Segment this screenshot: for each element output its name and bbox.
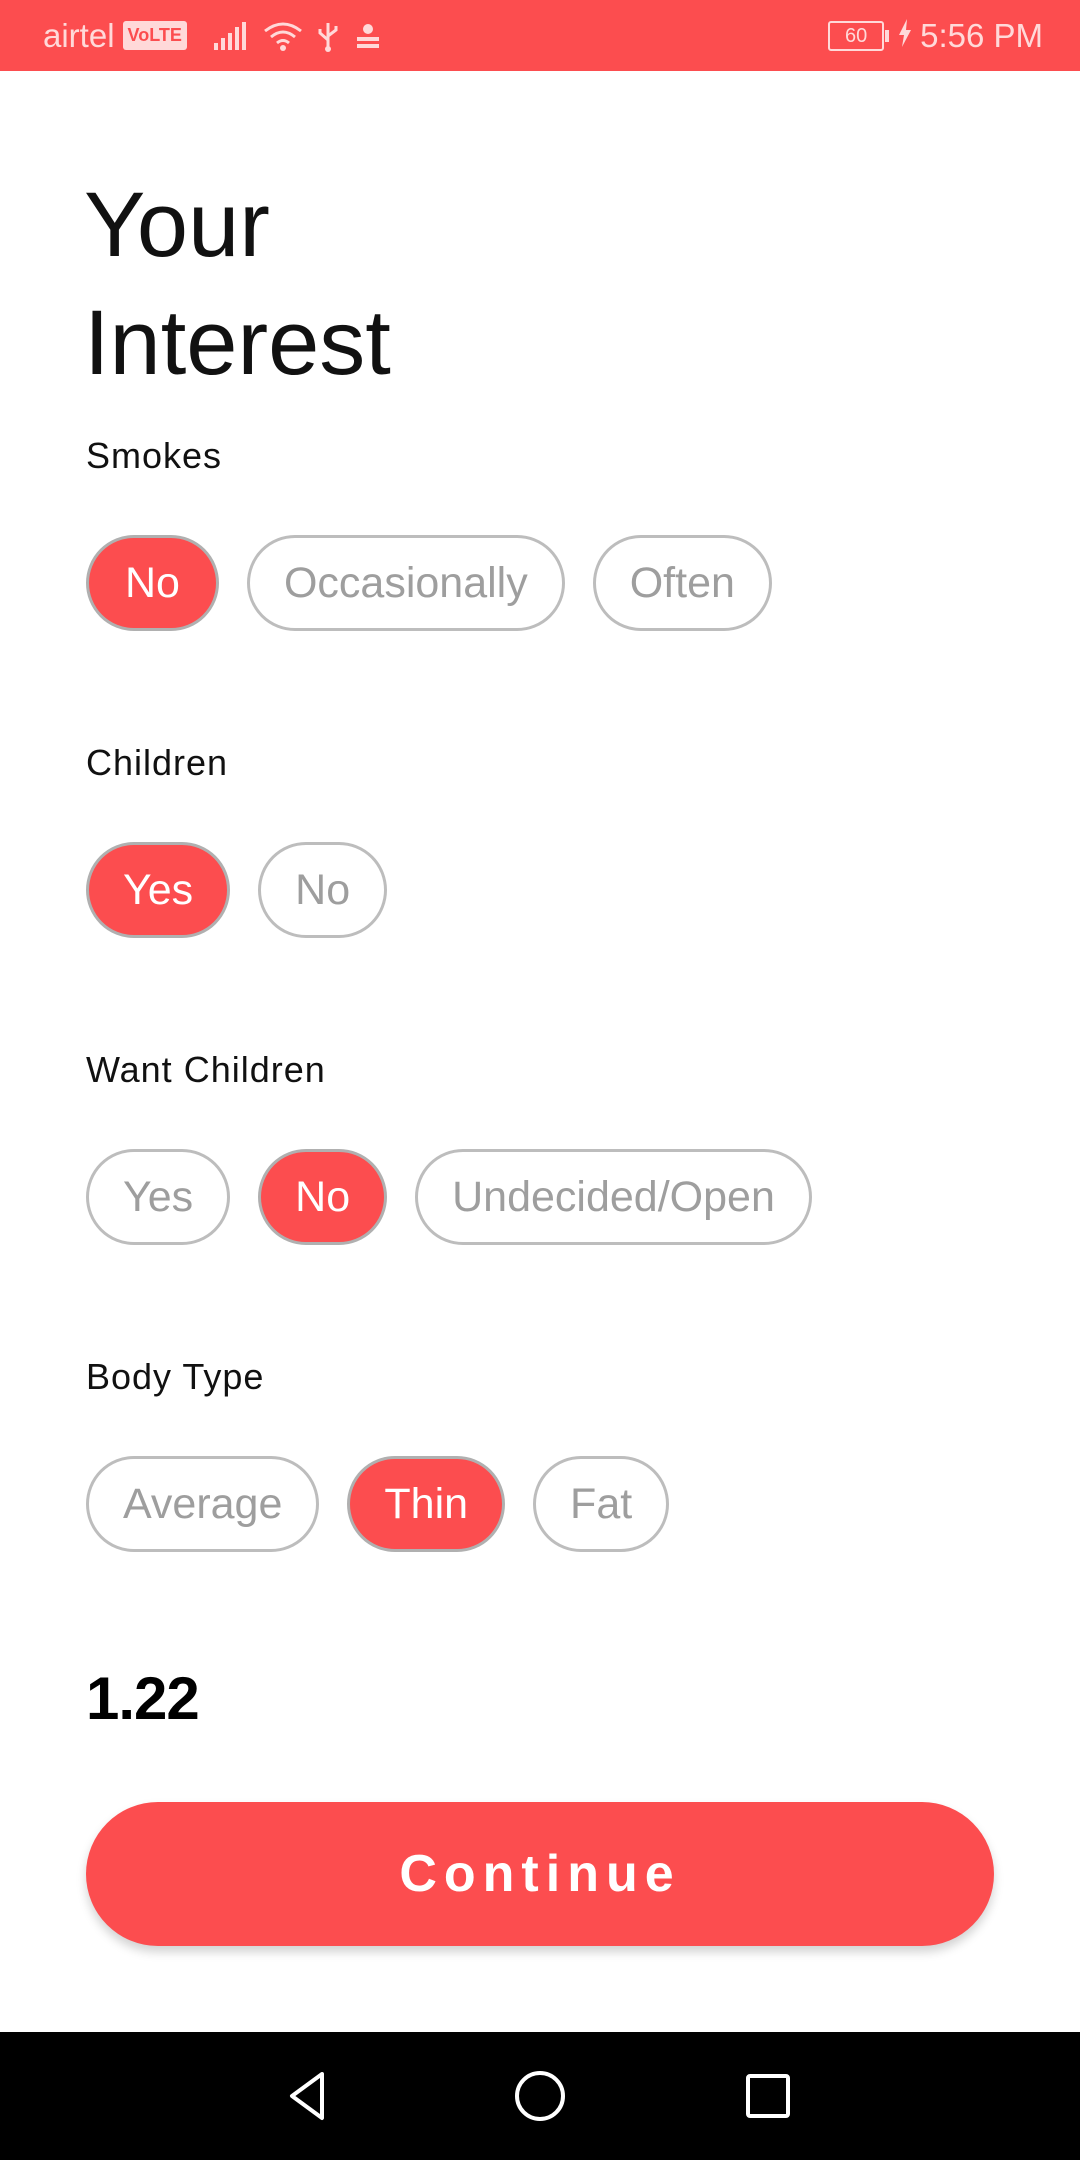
smokes-option-occasionally[interactable]: Occasionally bbox=[246, 535, 565, 631]
body-type-label: Body Type bbox=[86, 1356, 265, 1397]
want-children-options: Yes No Undecided/Open bbox=[86, 1149, 812, 1245]
children-options: Yes No bbox=[86, 842, 388, 938]
body-type-option-thin[interactable]: Thin bbox=[347, 1456, 506, 1552]
clock: 5:56 PM bbox=[920, 16, 1043, 54]
battery-icon: 60 bbox=[828, 20, 890, 51]
charging-icon bbox=[898, 19, 912, 52]
home-icon[interactable] bbox=[510, 2066, 570, 2126]
usb-icon bbox=[317, 20, 339, 52]
recents-icon[interactable] bbox=[738, 2066, 798, 2126]
status-bar: airtel VoLTE 60 5:56 PM bbox=[0, 0, 1080, 71]
back-icon[interactable] bbox=[278, 2066, 338, 2126]
navigation-bar bbox=[0, 2032, 1080, 2160]
volte-badge: VoLTE bbox=[122, 21, 187, 50]
children-option-no[interactable]: No bbox=[258, 842, 388, 938]
want-children-option-no[interactable]: No bbox=[258, 1149, 388, 1245]
want-children-option-undecided[interactable]: Undecided/Open bbox=[415, 1149, 812, 1245]
want-children-option-yes[interactable]: Yes bbox=[86, 1149, 231, 1245]
body-type-option-average[interactable]: Average bbox=[86, 1456, 320, 1552]
value-readout: 1.22 bbox=[86, 1665, 200, 1732]
children-label: Children bbox=[86, 742, 229, 783]
smokes-option-often[interactable]: Often bbox=[592, 535, 772, 631]
smokes-label: Smokes bbox=[86, 435, 223, 476]
children-option-yes[interactable]: Yes bbox=[86, 842, 231, 938]
page-title: Your Interest bbox=[84, 174, 391, 394]
smokes-option-no[interactable]: No bbox=[86, 535, 219, 631]
body-type-options: Average Thin Fat bbox=[86, 1456, 670, 1552]
smokes-options: No Occasionally Often bbox=[86, 535, 772, 631]
want-children-label: Want Children bbox=[86, 1049, 326, 1090]
notification-icon bbox=[353, 21, 383, 51]
signal-icon bbox=[213, 21, 249, 51]
carrier-name: airtel bbox=[43, 16, 115, 54]
body-type-option-fat[interactable]: Fat bbox=[533, 1456, 670, 1552]
wifi-icon bbox=[263, 21, 303, 51]
continue-button[interactable]: Continue bbox=[86, 1802, 994, 1946]
